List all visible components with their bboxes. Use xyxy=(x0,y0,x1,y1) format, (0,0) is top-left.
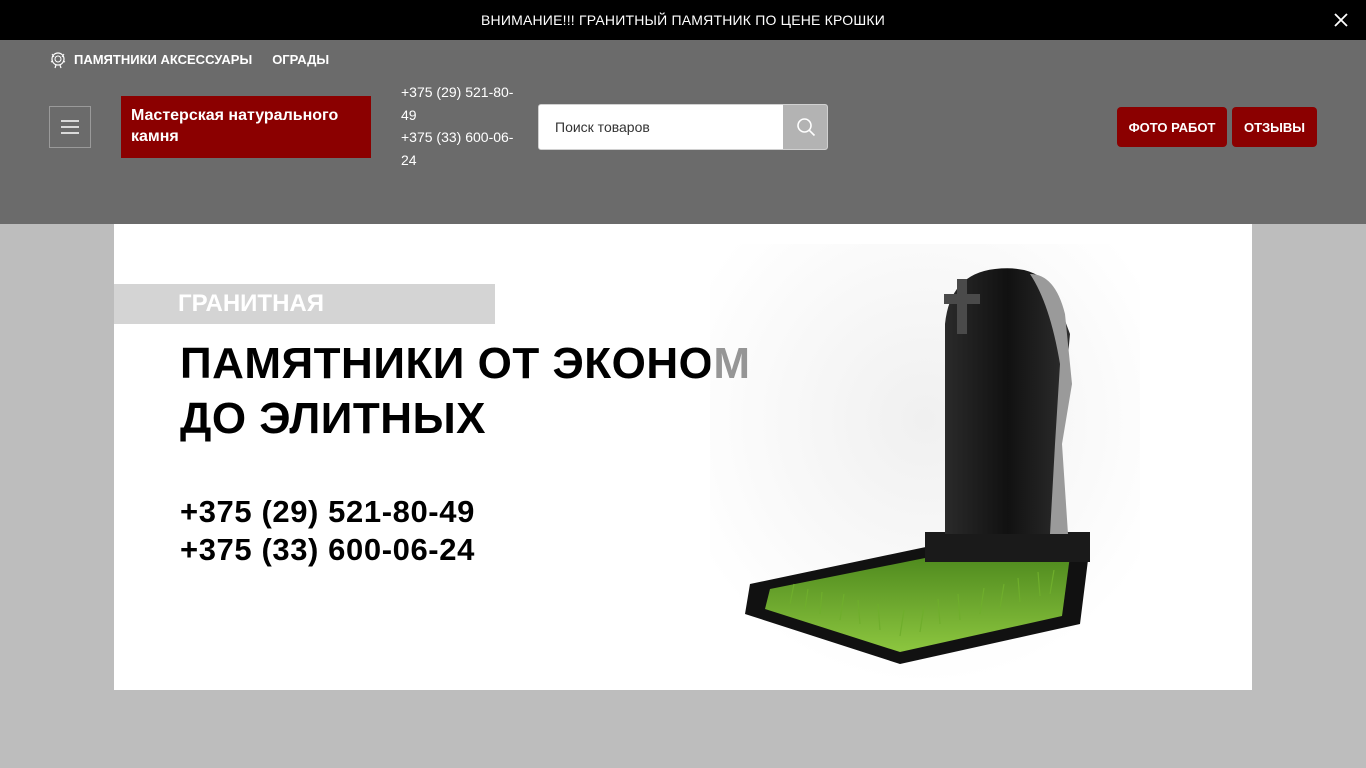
search-icon xyxy=(796,118,815,137)
nav-item-fences[interactable]: ОГРАДЫ xyxy=(272,51,329,69)
monument-image xyxy=(710,244,1140,684)
site-header: ПАМЯТНИКИ АКСЕССУАРЫ ОГРАДЫ Мастерская н… xyxy=(0,40,1366,224)
search-form xyxy=(538,104,828,150)
hamburger-icon xyxy=(61,120,79,134)
menu-button[interactable] xyxy=(49,106,91,148)
headline-line: ДО ЭЛИТНЫХ xyxy=(180,394,486,443)
close-icon[interactable] xyxy=(1331,10,1351,30)
top-nav: ПАМЯТНИКИ АКСЕССУАРЫ ОГРАДЫ xyxy=(49,51,349,69)
photo-works-button[interactable]: ФОТО РАБОТ xyxy=(1117,107,1227,147)
banner-tag: ГРАНИТНАЯ МАСТЕРСКАЯ xyxy=(114,284,495,357)
reviews-button[interactable]: ОТЗЫВЫ xyxy=(1232,107,1317,147)
headline-line: ПАМЯТНИКИ ОТ ЭКОНОМ xyxy=(180,339,751,388)
banner-headline: ПАМЯТНИКИ ОТ ЭКОНОМ ДО ЭЛИТНЫХ xyxy=(180,336,751,446)
search-input[interactable] xyxy=(539,105,783,149)
site-logo[interactable]: Мастерская натурального камня xyxy=(121,96,371,158)
header-phones: +375 (29) 521-80-49 +375 (33) 600-06-24 xyxy=(401,81,521,171)
banner-phone: +375 (29) 521-80-49 xyxy=(180,494,475,529)
phone-number[interactable]: +375 (29) 521-80-49 xyxy=(401,81,521,126)
hero-banner[interactable]: ГРАНИТНАЯ МАСТЕРСКАЯ ПАМЯТНИКИ ОТ ЭКОНОМ… xyxy=(114,224,1252,690)
nav-item-monuments[interactable]: ПАМЯТНИКИ АКСЕССУАРЫ xyxy=(74,51,252,69)
wreath-icon xyxy=(50,52,66,69)
announcement-bar: ВНИМАНИЕ!!! ГРАНИТНЫЙ ПАМЯТНИК ПО ЦЕНЕ К… xyxy=(0,0,1366,40)
phone-number[interactable]: +375 (33) 600-06-24 xyxy=(401,126,521,171)
search-button[interactable] xyxy=(783,105,827,149)
announcement-text: ВНИМАНИЕ!!! ГРАНИТНЫЙ ПАМЯТНИК ПО ЦЕНЕ К… xyxy=(480,12,886,28)
banner-phone: +375 (33) 600-06-24 xyxy=(180,532,475,567)
